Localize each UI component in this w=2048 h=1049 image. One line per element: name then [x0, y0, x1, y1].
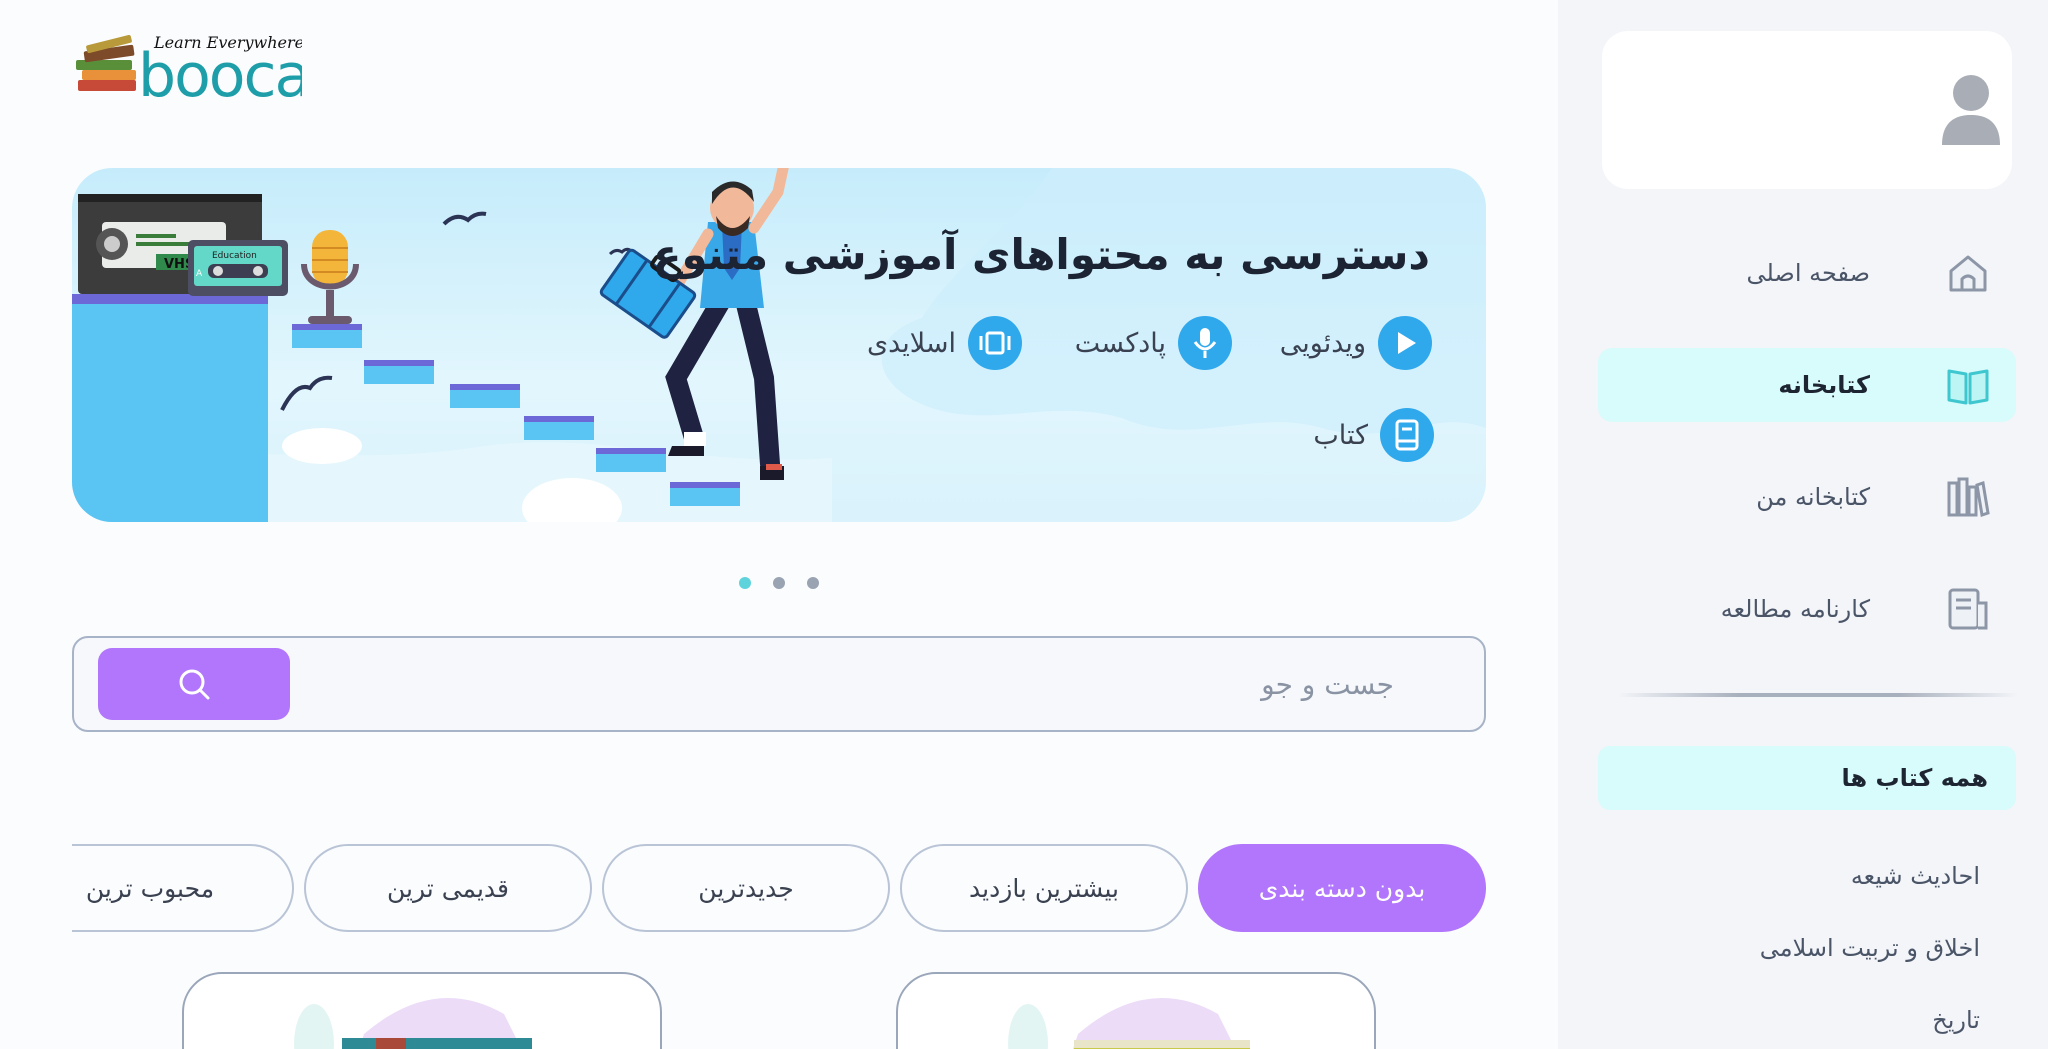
- booca-logo[interactable]: Learn Everywhere booca: [76, 28, 311, 111]
- sidebar-item-study-report[interactable]: کارنامه مطالعه: [1598, 572, 2016, 646]
- banner-title: دسترسی به محتواهای آموزشی متنوع: [652, 230, 1430, 279]
- filter-most-viewed[interactable]: بیشترین بازدید: [900, 844, 1188, 932]
- profile-card[interactable]: [1602, 31, 2012, 189]
- sidebar-item-home[interactable]: صفحه اصلی: [1598, 236, 2016, 310]
- filter-most-popular[interactable]: محبوب ترین: [72, 844, 294, 932]
- carousel-dot[interactable]: [807, 577, 819, 589]
- category-item[interactable]: احادیث شیعه: [1851, 862, 1980, 890]
- play-icon: [1378, 316, 1432, 370]
- feature-book: کتاب: [1313, 408, 1434, 462]
- feature-label: ویدئویی: [1279, 327, 1366, 359]
- search-bar: [72, 636, 1486, 732]
- open-book-icon: [1947, 369, 1989, 405]
- feature-slides: اسلایدی: [867, 316, 1022, 370]
- cassette-icon: Education A: [188, 240, 288, 296]
- home-icon: [1949, 255, 1987, 292]
- sidebar-item-my-library[interactable]: کتابخانه من: [1598, 460, 2016, 534]
- book-card[interactable]: [896, 972, 1376, 1049]
- sidebar-item-label: کتابخانه من: [1756, 483, 1870, 511]
- search-input[interactable]: [494, 658, 1394, 710]
- book-icon: [1380, 408, 1434, 462]
- books-stack-icon: [76, 34, 136, 91]
- carousel-dot-active[interactable]: [739, 577, 751, 589]
- category-item[interactable]: اخلاق و تربیت اسلامی: [1760, 934, 1980, 962]
- microphone-illustration: [301, 230, 359, 324]
- filter-bar: بدون دسته بندی بیشترین بازدید جدیدترین ق…: [72, 844, 1486, 932]
- slides-icon: [968, 316, 1022, 370]
- carousel-dot[interactable]: [773, 577, 785, 589]
- sidebar-item-label: صفحه اصلی: [1746, 259, 1870, 287]
- report-icon: [1948, 588, 1988, 630]
- sidebar-divider: [1618, 693, 2018, 697]
- feature-video: ویدئویی: [1280, 316, 1432, 370]
- sidebar-item-label: کتابخانه: [1778, 371, 1870, 399]
- book-cover-thumbnail: [294, 998, 532, 1049]
- feature-label: پادکست: [1074, 327, 1166, 359]
- bookshelf-icon: [1947, 477, 1990, 517]
- svg-text:A: A: [196, 269, 203, 279]
- search-icon: [179, 669, 210, 700]
- book-cover-thumbnail: [1008, 998, 1250, 1049]
- filter-oldest[interactable]: قدیمی ترین: [304, 844, 592, 932]
- banner-illustration: VHS Education A: [72, 168, 1486, 522]
- man-illustration: [599, 168, 789, 480]
- search-button[interactable]: [98, 648, 290, 720]
- feature-label: کتاب: [1313, 419, 1368, 451]
- all-books-label: همه کتاب ها: [1841, 764, 1988, 792]
- filter-newest[interactable]: جدیدترین: [602, 844, 890, 932]
- all-books-button[interactable]: همه کتاب ها: [1598, 746, 2016, 810]
- book-card[interactable]: [182, 972, 662, 1049]
- sidebar-item-library[interactable]: کتابخانه: [1598, 348, 2016, 422]
- sidebar: صفحه اصلی کتابخانه کتابخانه من کارنامه م…: [1558, 0, 2048, 1049]
- feature-label: اسلایدی: [866, 327, 956, 359]
- feature-podcast: پادکست: [1075, 316, 1232, 370]
- filter-uncategorized[interactable]: بدون دسته بندی: [1198, 844, 1486, 932]
- microphone-icon: [1178, 316, 1232, 370]
- hero-banner[interactable]: VHS Education A دسترسی به محتواهای آموزش…: [72, 168, 1486, 522]
- logo-graphic: Learn Everywhere booca: [76, 33, 311, 111]
- svg-text:booca: booca: [138, 41, 302, 100]
- category-item[interactable]: تاریخ: [1932, 1006, 1980, 1034]
- sidebar-item-label: کارنامه مطالعه: [1720, 595, 1870, 623]
- user-avatar-icon: [1942, 75, 2000, 145]
- svg-text:Education: Education: [212, 251, 257, 261]
